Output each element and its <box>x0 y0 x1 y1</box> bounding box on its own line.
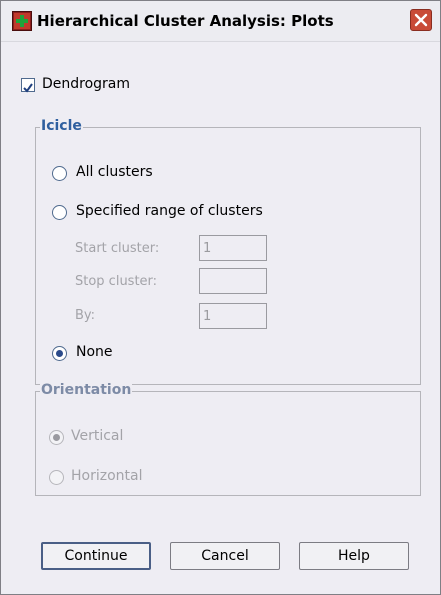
help-button[interactable]: Help <box>299 542 409 570</box>
by-label: By: <box>75 308 96 323</box>
by-field[interactable]: 1 <box>199 303 267 329</box>
cancel-button[interactable]: Cancel <box>170 542 280 570</box>
all-clusters-radio[interactable] <box>52 166 67 181</box>
orientation-group-title: Orientation <box>40 382 133 398</box>
horizontal-radio[interactable] <box>49 470 64 485</box>
dendrogram-checkbox[interactable] <box>21 78 35 93</box>
none-radio[interactable] <box>52 346 67 361</box>
stop-cluster-field[interactable] <box>199 268 267 294</box>
stop-cluster-label: Stop cluster: <box>75 274 158 289</box>
radio-selected-dot <box>53 434 60 441</box>
window-title: Hierarchical Cluster Analysis: Plots <box>37 12 334 30</box>
horizontal-label: Horizontal <box>71 468 143 484</box>
start-cluster-label: Start cluster: <box>75 241 160 256</box>
continue-button[interactable]: Continue <box>41 542 151 570</box>
radio-selected-dot <box>56 350 63 357</box>
vertical-label: Vertical <box>71 428 124 444</box>
close-icon <box>414 13 428 27</box>
app-icon <box>12 11 32 31</box>
vertical-radio[interactable] <box>49 430 64 445</box>
checkmark-icon <box>23 83 33 93</box>
plots-dialog: Hierarchical Cluster Analysis: Plots Den… <box>0 0 441 595</box>
close-button[interactable] <box>410 9 432 31</box>
none-label: None <box>76 344 113 360</box>
specified-range-label: Specified range of clusters <box>76 203 263 219</box>
title-bar[interactable]: Hierarchical Cluster Analysis: Plots <box>1 1 440 42</box>
specified-range-radio[interactable] <box>52 205 67 220</box>
dendrogram-label: Dendrogram <box>42 76 131 92</box>
start-cluster-field[interactable]: 1 <box>199 235 267 261</box>
all-clusters-label: All clusters <box>76 164 153 180</box>
icicle-group-title: Icicle <box>40 118 83 134</box>
